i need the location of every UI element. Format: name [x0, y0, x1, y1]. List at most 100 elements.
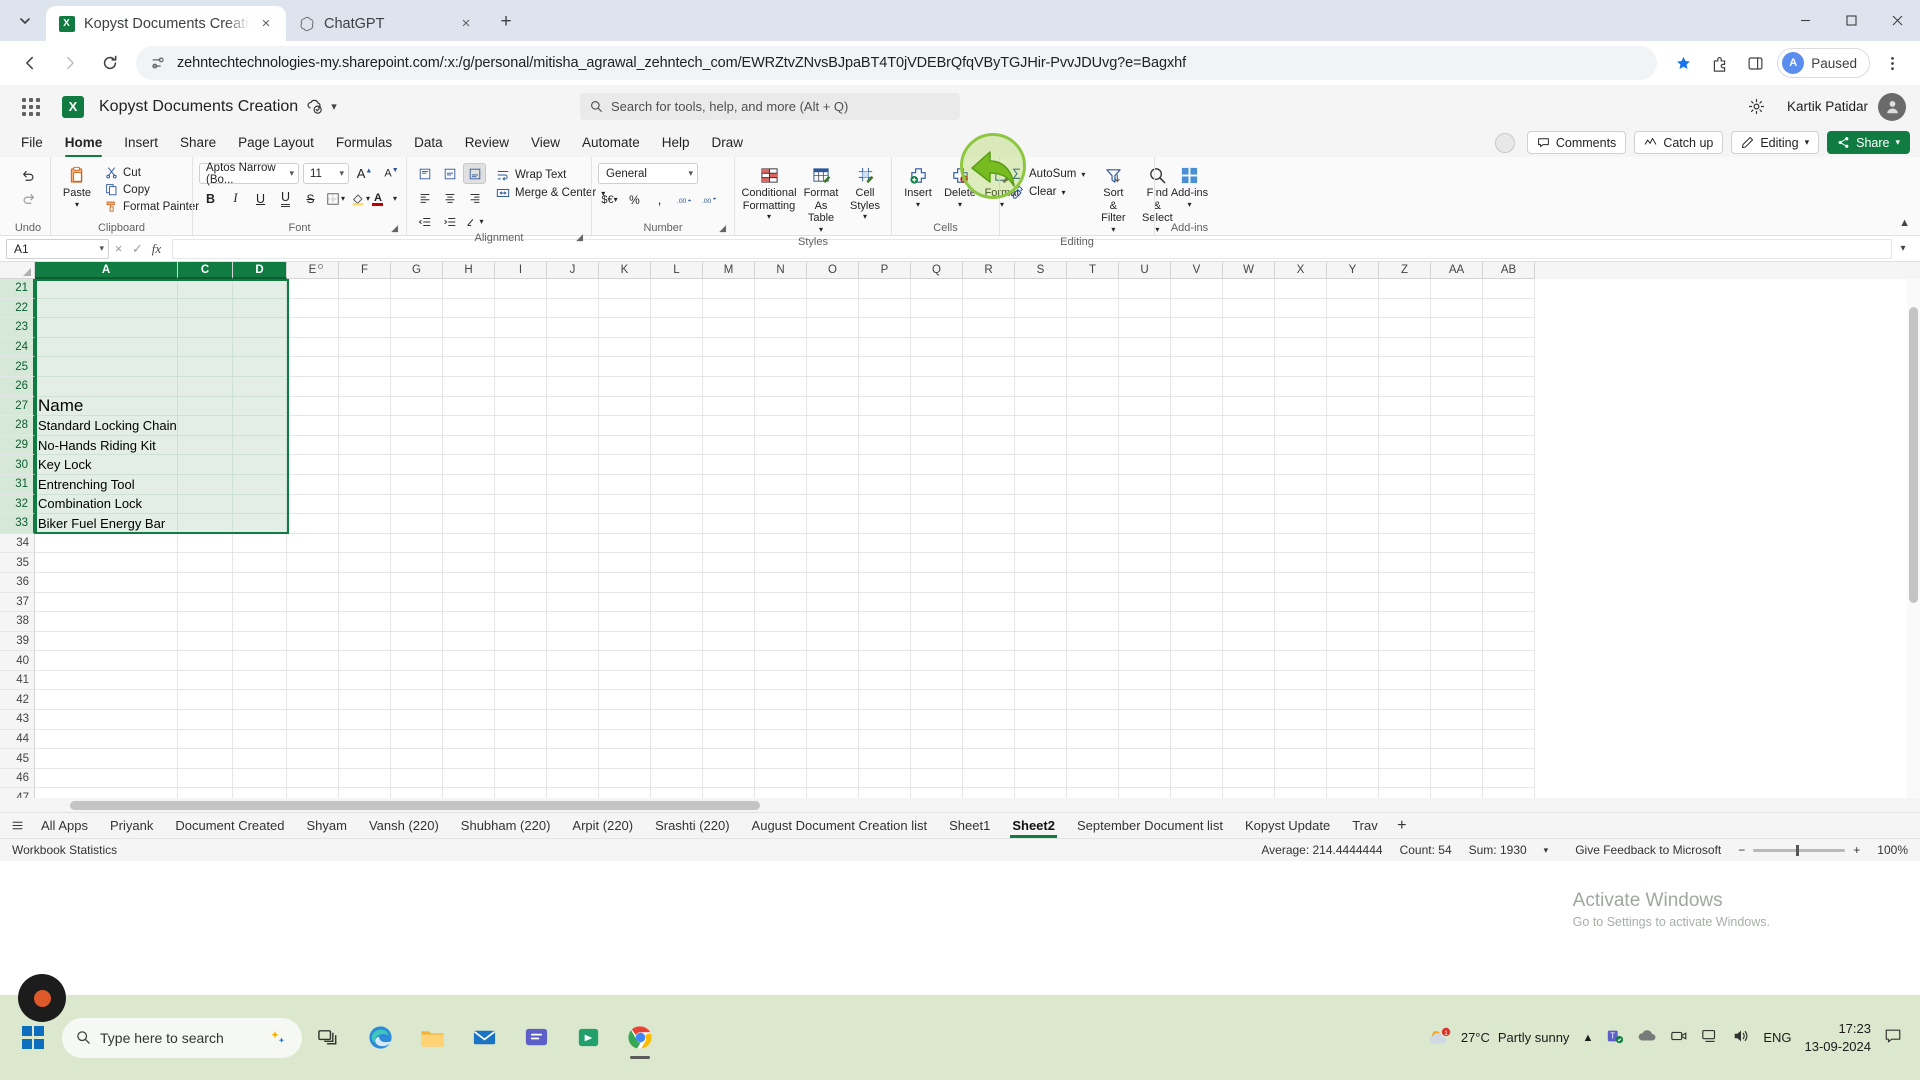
cell-J29[interactable] [547, 435, 599, 456]
cell-O46[interactable] [807, 768, 859, 789]
cell-T32[interactable] [1067, 494, 1119, 515]
cell-E46[interactable] [287, 768, 339, 789]
column-header-Z[interactable]: Z [1379, 262, 1431, 279]
cell-Y33[interactable] [1327, 514, 1379, 534]
cell-K40[interactable] [599, 651, 651, 671]
cell-Z38[interactable] [1379, 612, 1431, 632]
cancel-formula-button[interactable]: × [109, 241, 128, 256]
cell-G21[interactable] [391, 279, 443, 299]
font-size-select[interactable]: 11 ▾ [303, 163, 349, 184]
cell-AA24[interactable] [1431, 337, 1483, 358]
sidebar-icon[interactable] [1739, 47, 1771, 79]
format-painter-button[interactable]: Format Painter [101, 199, 203, 214]
cell-U44[interactable] [1119, 729, 1171, 750]
cell-P46[interactable] [859, 768, 911, 789]
cell-V23[interactable] [1171, 318, 1223, 338]
cell-A40[interactable] [35, 651, 178, 671]
cell-C22[interactable] [178, 298, 233, 319]
cell-A44[interactable] [35, 729, 178, 750]
cell-P28[interactable] [859, 416, 911, 436]
cell-G32[interactable] [391, 494, 443, 515]
row-header-45[interactable]: 45 [0, 749, 35, 769]
column-header-G[interactable]: G [391, 262, 443, 279]
cell-H39[interactable] [443, 631, 495, 652]
share-button[interactable]: Share ▾ [1827, 131, 1910, 154]
cell-Q34[interactable] [911, 533, 963, 554]
cell-W31[interactable] [1223, 474, 1275, 495]
cell-AA22[interactable] [1431, 298, 1483, 319]
cell-L30[interactable] [651, 455, 703, 475]
column-header-Q[interactable]: Q [911, 262, 963, 279]
cell-E37[interactable] [287, 592, 339, 613]
cell-AA43[interactable] [1431, 710, 1483, 730]
cell-F26[interactable] [339, 376, 391, 397]
cell-A35[interactable] [35, 553, 178, 573]
feedback-link[interactable]: Give Feedback to Microsoft [1575, 843, 1721, 857]
cell-O40[interactable] [807, 651, 859, 671]
cell-Q42[interactable] [911, 690, 963, 711]
cell-M22[interactable] [703, 298, 755, 319]
row-header-36[interactable]: 36 [0, 572, 35, 593]
cell-Y38[interactable] [1327, 612, 1379, 632]
cell-N25[interactable] [755, 357, 807, 377]
column-header-O[interactable]: O [807, 262, 859, 279]
cell-Y46[interactable] [1327, 768, 1379, 789]
cell-M43[interactable] [703, 710, 755, 730]
cell-L31[interactable] [651, 474, 703, 495]
cell-J45[interactable] [547, 749, 599, 769]
sheet-tab-shubham-220[interactable]: Shubham (220) [450, 813, 562, 839]
cell-V43[interactable] [1171, 710, 1223, 730]
cell-Y21[interactable] [1327, 279, 1379, 299]
cell-K28[interactable] [599, 416, 651, 436]
cell-K25[interactable] [599, 357, 651, 377]
cell-H43[interactable] [443, 710, 495, 730]
cell-D44[interactable] [233, 729, 287, 750]
cell-N27[interactable] [755, 396, 807, 417]
cell-J34[interactable] [547, 533, 599, 554]
cell-X44[interactable] [1275, 729, 1327, 750]
catch-up-button[interactable]: Catch up [1634, 131, 1724, 154]
zoom-out-button[interactable]: − [1738, 843, 1745, 857]
cell-O30[interactable] [807, 455, 859, 475]
row-header-21[interactable]: 21 [0, 279, 35, 299]
cell-W32[interactable] [1223, 494, 1275, 515]
cell-U29[interactable] [1119, 435, 1171, 456]
cell-P40[interactable] [859, 651, 911, 671]
cell-A31[interactable]: Entrenching Tool [35, 474, 178, 495]
cell-L28[interactable] [651, 416, 703, 436]
cell-R27[interactable] [963, 396, 1015, 417]
cell-T22[interactable] [1067, 298, 1119, 319]
cell-K24[interactable] [599, 337, 651, 358]
cell-U33[interactable] [1119, 514, 1171, 534]
cell-K42[interactable] [599, 690, 651, 711]
column-header-N[interactable]: N [755, 262, 807, 279]
cell-G34[interactable] [391, 533, 443, 554]
column-header-H[interactable]: H [443, 262, 495, 279]
cell-Y47[interactable] [1327, 788, 1379, 798]
cell-Q37[interactable] [911, 592, 963, 613]
cell-U45[interactable] [1119, 749, 1171, 769]
cell-I47[interactable] [495, 788, 547, 798]
cell-X45[interactable] [1275, 749, 1327, 769]
cell-A32[interactable]: Combination Lock [35, 494, 178, 515]
start-button[interactable] [10, 1015, 56, 1061]
cell-V44[interactable] [1171, 729, 1223, 750]
cell-W41[interactable] [1223, 670, 1275, 691]
cell-L41[interactable] [651, 670, 703, 691]
cell-P26[interactable] [859, 376, 911, 397]
decrease-font-size-button[interactable]: A▼ [380, 163, 403, 184]
column-header-A[interactable]: A [35, 262, 178, 279]
column-header-M[interactable]: M [703, 262, 755, 279]
cell-C42[interactable] [178, 690, 233, 711]
cell-S40[interactable] [1015, 651, 1067, 671]
column-header-C[interactable]: C [178, 262, 233, 279]
cell-J40[interactable] [547, 651, 599, 671]
ribbon-tab-data[interactable]: Data [403, 128, 454, 157]
cell-N29[interactable] [755, 435, 807, 456]
cell-Z28[interactable] [1379, 416, 1431, 436]
cell-U30[interactable] [1119, 455, 1171, 475]
cell-R26[interactable] [963, 376, 1015, 397]
cell-V46[interactable] [1171, 768, 1223, 789]
cell-Q43[interactable] [911, 710, 963, 730]
cell-W46[interactable] [1223, 768, 1275, 789]
